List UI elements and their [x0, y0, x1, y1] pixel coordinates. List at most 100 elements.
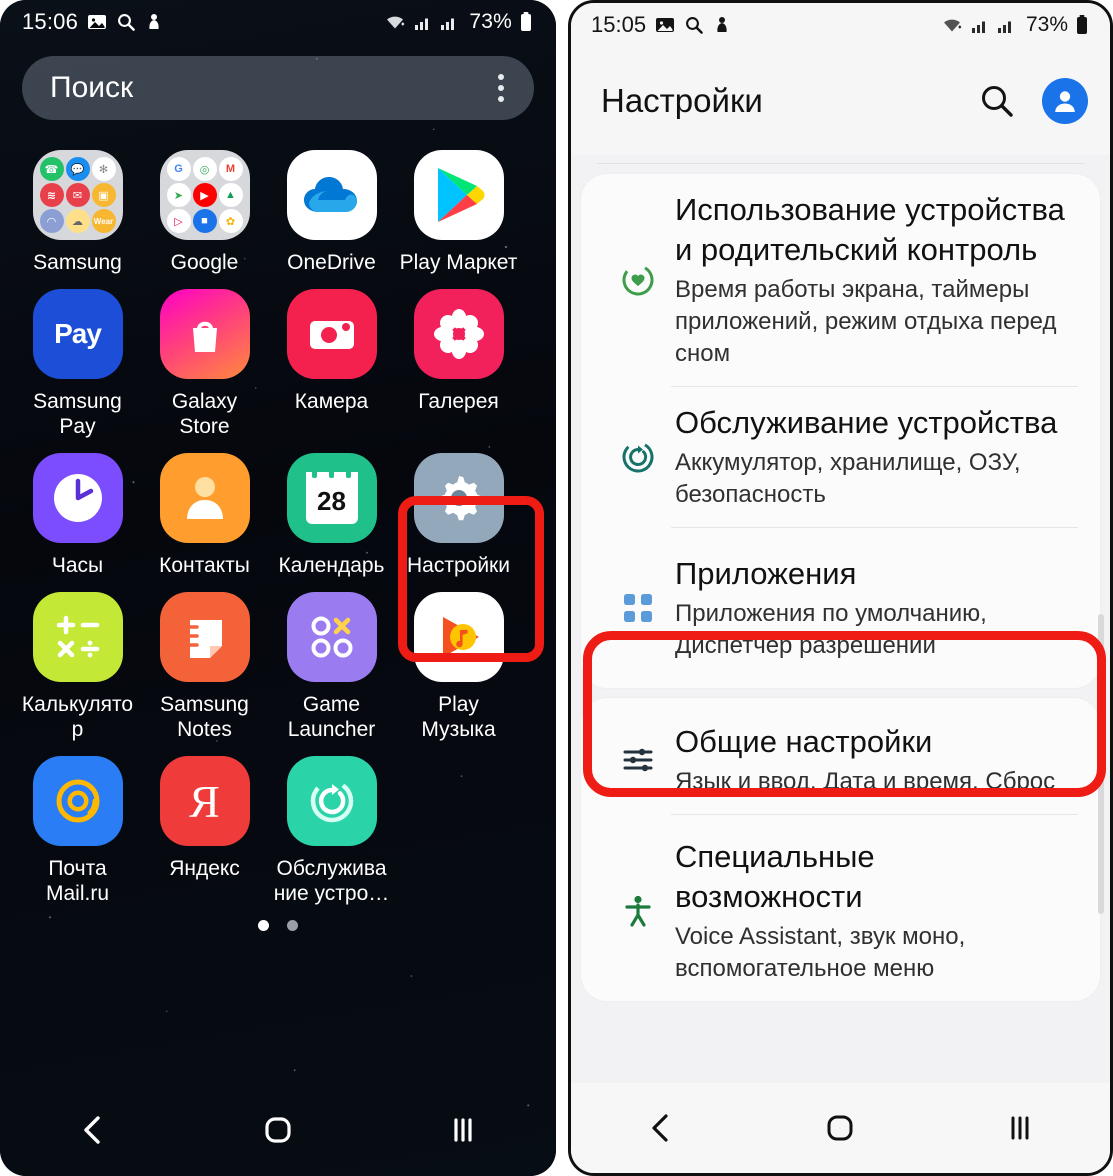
app-onedrive[interactable]: OneDrive	[268, 142, 395, 275]
settings-row-general[interactable]: Общие настройки Язык и ввод, Дата и врем…	[581, 698, 1100, 814]
device-care-icon	[286, 756, 377, 846]
screenshot-stage: 15:06 73% Поиск ☎ 💬 ✻ ≋ ✉ ▣ ◠ ☁ Wear Sam…	[0, 0, 1113, 1176]
settings-row-title: Обслуживание устройства	[675, 405, 1058, 440]
app-google[interactable]: G ◎ M ➤ ▶ ▲ ▷ ■ ✿ Google	[141, 142, 268, 275]
app-play-market[interactable]: Play Маркет	[395, 142, 522, 275]
play-store-icon	[413, 150, 504, 240]
recents-icon[interactable]	[403, 1110, 523, 1150]
page-dot[interactable]	[287, 920, 298, 931]
app-samsung-pay[interactable]: Pay Samsung Pay	[14, 281, 141, 439]
app-row: Почта Mail.ru Я Яндекс Обслуживание устр…	[14, 748, 542, 906]
app-label: Galaxy Store	[171, 390, 238, 438]
app-calculator[interactable]: Калькулятор	[14, 584, 141, 742]
gallery-icon	[655, 15, 675, 35]
home-icon[interactable]	[780, 1108, 900, 1148]
status-time: 15:06	[22, 9, 79, 34]
home-screen-phone: 15:06 73% Поиск ☎ 💬 ✻ ≋ ✉ ▣ ◠ ☁ Wear Sam…	[0, 0, 556, 1176]
status-bar-left: 15:06 73%	[0, 0, 556, 44]
app-grid: ☎ 💬 ✻ ≋ ✉ ▣ ◠ ☁ Wear Samsung G ◎ M ➤ ▶ ▲ ▷ ■ ✿ Googl…	[0, 120, 556, 906]
settings-row-accessibility[interactable]: Специальные возможности Voice Assistant,…	[581, 815, 1100, 1001]
battery-percent: 73%	[469, 10, 512, 33]
recents-icon[interactable]	[960, 1108, 1080, 1148]
yandex-icon: Я	[159, 756, 250, 846]
app-label: Samsung Pay	[33, 390, 122, 438]
app-row: Pay Samsung Pay Galaxy Store Камера Гале…	[14, 281, 542, 439]
app-label: Яндекс	[169, 857, 240, 880]
wifi-icon	[940, 15, 964, 35]
battery-percent: 73%	[1025, 13, 1068, 36]
status-time: 15:05	[591, 12, 647, 37]
nav-bar-right	[571, 1083, 1110, 1173]
settings-row-digital-wellbeing[interactable]: Использование устройства и родительский …	[581, 174, 1100, 386]
app-clock[interactable]: Часы	[14, 445, 141, 578]
app-game-launcher[interactable]: Game Launcher	[268, 584, 395, 742]
signal-icon-2	[996, 15, 1016, 35]
app-mailru[interactable]: Почта Mail.ru	[14, 748, 141, 906]
samsung-notes-icon	[159, 592, 250, 682]
settings-row-apps[interactable]: Приложения Приложения по умолчанию, Дисп…	[581, 528, 1100, 688]
kebab-menu-icon[interactable]	[490, 68, 512, 108]
calculator-icon	[32, 592, 123, 682]
google-folder-icon: G ◎ M ➤ ▶ ▲ ▷ ■ ✿	[159, 150, 250, 240]
device-care-icon	[607, 438, 669, 476]
app-contacts[interactable]: Контакты	[141, 445, 268, 578]
app-gallery[interactable]: Галерея	[395, 281, 522, 439]
sliders-icon	[607, 742, 669, 778]
status-bar-right: 15:05 73%	[571, 3, 1110, 47]
app-play-music[interactable]: Play Музыка	[395, 584, 522, 742]
settings-screen-phone: 15:05 73% Настройки Использование устрой…	[568, 0, 1113, 1176]
settings-row-device-care[interactable]: Обслуживание устройства Аккумулятор, хра…	[581, 387, 1100, 527]
scrollbar[interactable]	[1098, 614, 1104, 914]
gallery-app-icon	[413, 289, 504, 379]
app-yandex[interactable]: Я Яндекс	[141, 748, 268, 906]
app-settings[interactable]: Настройки	[395, 445, 522, 578]
samsung-pay-icon: Pay	[32, 289, 123, 379]
app-samsung[interactable]: ☎ 💬 ✻ ≋ ✉ ▣ ◠ ☁ Wear Samsung	[14, 142, 141, 275]
nav-bar-left	[0, 1084, 556, 1176]
search-icon	[116, 12, 136, 32]
settings-row-subtitle: Язык и ввод, Дата и время, Сброс	[675, 768, 1056, 795]
calendar-day: 28	[317, 486, 346, 516]
search-icon[interactable]	[978, 82, 1016, 120]
app-label: Почта Mail.ru	[45, 857, 109, 905]
app-label: Настройки	[407, 554, 510, 577]
app-label: Календарь	[278, 554, 385, 577]
search-icon	[684, 15, 704, 35]
camera-icon	[286, 289, 377, 379]
gallery-icon	[87, 12, 107, 32]
search-input[interactable]: Поиск	[50, 71, 490, 105]
app-label: Обслуживание устро…	[273, 857, 390, 905]
settings-list[interactable]: Использование устройства и родительский …	[571, 164, 1110, 1089]
app-row: ☎ 💬 ✻ ≋ ✉ ▣ ◠ ☁ Wear Samsung G ◎ M ➤ ▶ ▲ ▷ ■ ✿ Googl…	[14, 142, 542, 275]
settings-card-2: Общие настройки Язык и ввод, Дата и врем…	[581, 698, 1100, 1001]
account-avatar-icon[interactable]	[1042, 78, 1088, 124]
wifi-icon	[383, 12, 407, 32]
page-indicator[interactable]	[0, 920, 556, 931]
contacts-icon	[159, 453, 250, 543]
app-camera[interactable]: Камера	[268, 281, 395, 439]
accessibility-icon	[607, 893, 669, 929]
back-icon[interactable]	[33, 1110, 153, 1150]
app-label: Samsung Notes	[160, 693, 249, 741]
page-dot-active[interactable]	[258, 920, 269, 931]
app-empty-slot	[395, 748, 522, 906]
app-label: OneDrive	[287, 251, 376, 274]
app-row: Калькулятор Samsung Notes Game Launcher …	[14, 584, 542, 742]
app-label: Play Музыка	[421, 693, 496, 741]
app-calendar[interactable]: 28 Календарь	[268, 445, 395, 578]
settings-gear-icon	[413, 453, 504, 543]
digital-wellbeing-icon	[607, 261, 669, 299]
samsung-folder-icon: ☎ 💬 ✻ ≋ ✉ ▣ ◠ ☁ Wear	[32, 150, 123, 240]
search-bar[interactable]: Поиск	[22, 56, 534, 120]
app-label: Google	[170, 251, 239, 274]
app-galaxy-store[interactable]: Galaxy Store	[141, 281, 268, 439]
download-icon	[145, 12, 163, 32]
settings-row-title: Специальные возможности	[675, 839, 875, 914]
back-icon[interactable]	[601, 1108, 721, 1148]
settings-row-title: Использование устройства и родительский …	[675, 192, 1065, 267]
app-label: Play Маркет	[399, 251, 518, 274]
app-device-care[interactable]: Обслуживание устро…	[268, 748, 395, 906]
home-icon[interactable]	[218, 1110, 338, 1150]
app-samsung-notes[interactable]: Samsung Notes	[141, 584, 268, 742]
settings-row-subtitle: Время работы экрана, таймеры приложений,…	[675, 276, 1057, 367]
